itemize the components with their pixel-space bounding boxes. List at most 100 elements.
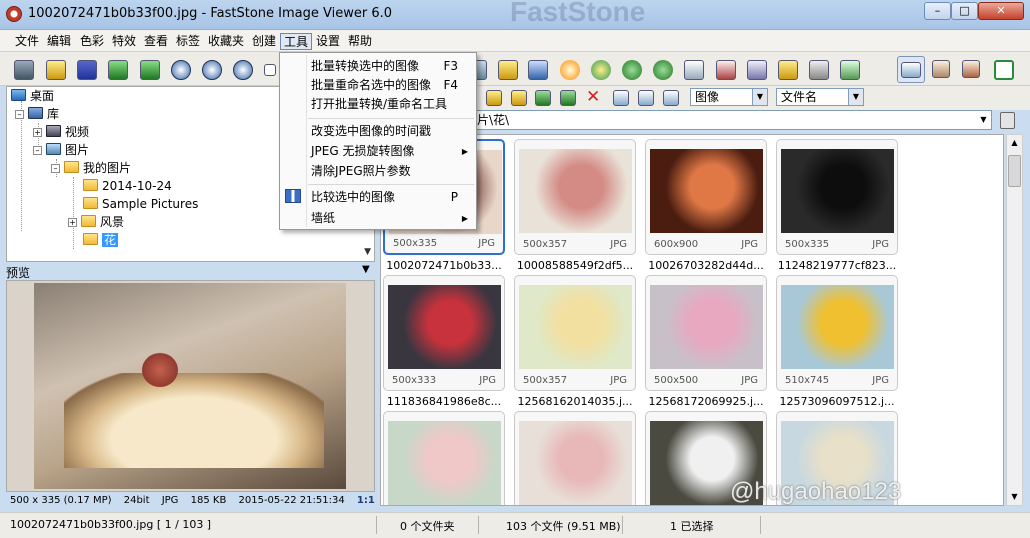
thumbnail-card[interactable]: 600x900 JPG [645,139,767,255]
save-icon[interactable] [77,60,97,80]
menu-view[interactable]: 查看 [141,33,171,50]
zoom-in-icon[interactable] [171,60,191,80]
camera-icon[interactable] [14,60,34,80]
rotate-right-icon[interactable] [653,60,673,80]
actual-size-icon[interactable] [233,60,253,80]
preview-toggle-icon[interactable]: ▼ [362,264,370,275]
collapse-icon[interactable]: – [15,110,24,119]
back-arrow-icon[interactable] [108,60,128,80]
thumbnail-card[interactable]: 500x357 JPG [514,139,636,255]
scrollbar-thumb[interactable] [1008,155,1021,187]
menu-item-wallpaper[interactable]: 墙纸 ▶ [280,208,476,229]
tree-node-landscape[interactable]: + 风景 [68,213,124,231]
open-folder-icon[interactable] [46,60,66,80]
move-to-icon[interactable] [560,90,576,106]
collapse-icon[interactable]: – [33,146,42,155]
menu-settings[interactable]: 设置 [313,33,343,50]
draw-icon[interactable] [747,60,767,80]
thumbnail-filename: 12573096097512.j... [779,395,895,408]
tree-node-my-pictures[interactable]: – 我的图片 [51,159,131,177]
sort-select[interactable]: 文件名 ▼ [776,88,864,106]
thumbnail-view-icon[interactable] [613,90,629,106]
delete-icon[interactable]: ✕ [586,87,600,107]
tree-node-library[interactable]: – 库 [15,105,59,123]
chevron-down-icon[interactable]: ▼ [848,89,863,105]
thumbnail-image [519,421,632,505]
menu-create[interactable]: 创建 [249,33,279,50]
expand-icon[interactable]: + [68,218,77,227]
tree-node-flowers[interactable]: 花 [83,231,119,249]
email-icon[interactable] [778,60,798,80]
preview-pane[interactable] [6,280,375,492]
expand-icon[interactable]: + [33,128,42,137]
thumbnail-dimensions: 600x900 [654,239,699,250]
checklist-icon[interactable] [840,60,860,80]
menu-help[interactable]: 帮助 [345,33,375,50]
tree-node-pictures[interactable]: – 图片 [33,141,89,159]
menu-item-batch-rename[interactable]: 批量重命名选中的图像 F4 [280,75,476,96]
menu-file[interactable]: 文件 [12,33,42,50]
thumbnail-filename: 10026703282d44d... [648,259,764,272]
thumbnail-card[interactable]: 500x357 JPG [514,275,636,391]
thumbnail-card[interactable]: 500x500 JPG [645,275,767,391]
preview-layout-icon[interactable] [932,60,950,78]
menu-item-batch-convert[interactable]: 批量转换选中的图像 F3 [280,56,476,77]
tree-node-2014-10-24[interactable]: 2014-10-24 [83,177,172,195]
window-title: 1002072471b0b33f00.jpg - FastStone Image… [28,6,392,21]
menu-item-jpeg-lossless-rotate[interactable]: JPEG 无损旋转图像 ▶ [280,141,476,162]
chevron-down-icon[interactable]: ▼ [752,89,767,105]
thumbnail-image [388,421,501,505]
copy-to-icon[interactable] [535,90,551,106]
flip-icon[interactable] [684,60,704,80]
tree-node-sample-pictures[interactable]: Sample Pictures [83,195,198,213]
scroll-up-icon[interactable]: ▲ [1007,135,1022,151]
new-folder-icon[interactable] [486,90,502,106]
menu-effects[interactable]: 特效 [109,33,139,50]
detail-view-icon[interactable] [663,90,679,106]
submenu-arrow-icon: ▶ [461,147,468,156]
thumbnail-card[interactable] [514,411,636,505]
checkbox-icon[interactable] [264,64,276,76]
thumbnail-format: JPG [872,239,889,250]
red-eye-icon[interactable] [716,60,736,80]
menu-item-clear-jpeg-params[interactable]: 清除JPEG照片参数 [280,161,476,182]
zoom-ratio[interactable]: 1:1 [357,495,375,506]
portrait-layout-icon[interactable] [962,60,980,78]
list-view-icon[interactable] [638,90,654,106]
color-balance-icon[interactable] [528,60,548,80]
collapse-icon[interactable]: – [51,164,60,173]
thumbnail-dimensions: 500x335 [393,238,438,249]
rotate-left-icon[interactable] [622,60,642,80]
forward-arrow-icon[interactable] [140,60,160,80]
menu-favorites[interactable]: 收藏夹 [205,33,247,50]
maximize-button[interactable]: □ [951,2,978,20]
trash-icon[interactable] [1000,112,1015,129]
thumbnail-card[interactable]: 500x333 JPG [383,275,505,391]
user-icon[interactable] [591,60,611,80]
menu-tools[interactable]: 工具 [280,33,313,50]
resize-icon[interactable] [498,60,518,80]
close-button[interactable]: ✕ [978,2,1024,20]
tree-node-desktop[interactable]: 桌面 [11,87,54,105]
tree-node-videos[interactable]: + 视频 [33,123,89,141]
menu-item-change-timestamp[interactable]: 改变选中图像的时间戳 [280,121,476,142]
folder-up-icon[interactable] [511,90,527,106]
fullscreen-icon[interactable] [994,60,1014,80]
thumbnail-card[interactable] [383,411,505,505]
zoom-out-icon[interactable] [202,60,222,80]
print-icon[interactable] [809,60,829,80]
minimize-button[interactable]: – [924,2,951,20]
menu-item-compare-images[interactable]: 比较选中的图像 P [280,187,476,208]
brightness-icon[interactable] [560,60,580,80]
menu-edit[interactable]: 编辑 [44,33,74,50]
grid-scrollbar[interactable]: ▲ ▼ [1006,134,1023,506]
thumbnail-card[interactable]: 500x335 JPG [776,139,898,255]
scroll-down-icon[interactable]: ▼ [1007,489,1022,505]
chevron-down-icon[interactable]: ▼ [976,111,991,129]
filter-select[interactable]: 图像 ▼ [690,88,768,106]
tree-scroll-down-icon[interactable]: ▼ [364,247,371,257]
menu-item-open-batch-tool[interactable]: 打开批量转换/重命名工具 [280,94,476,115]
thumbnail-card[interactable]: 510x745 JPG [776,275,898,391]
menu-color[interactable]: 色彩 [77,33,107,50]
menu-tags[interactable]: 标签 [173,33,203,50]
